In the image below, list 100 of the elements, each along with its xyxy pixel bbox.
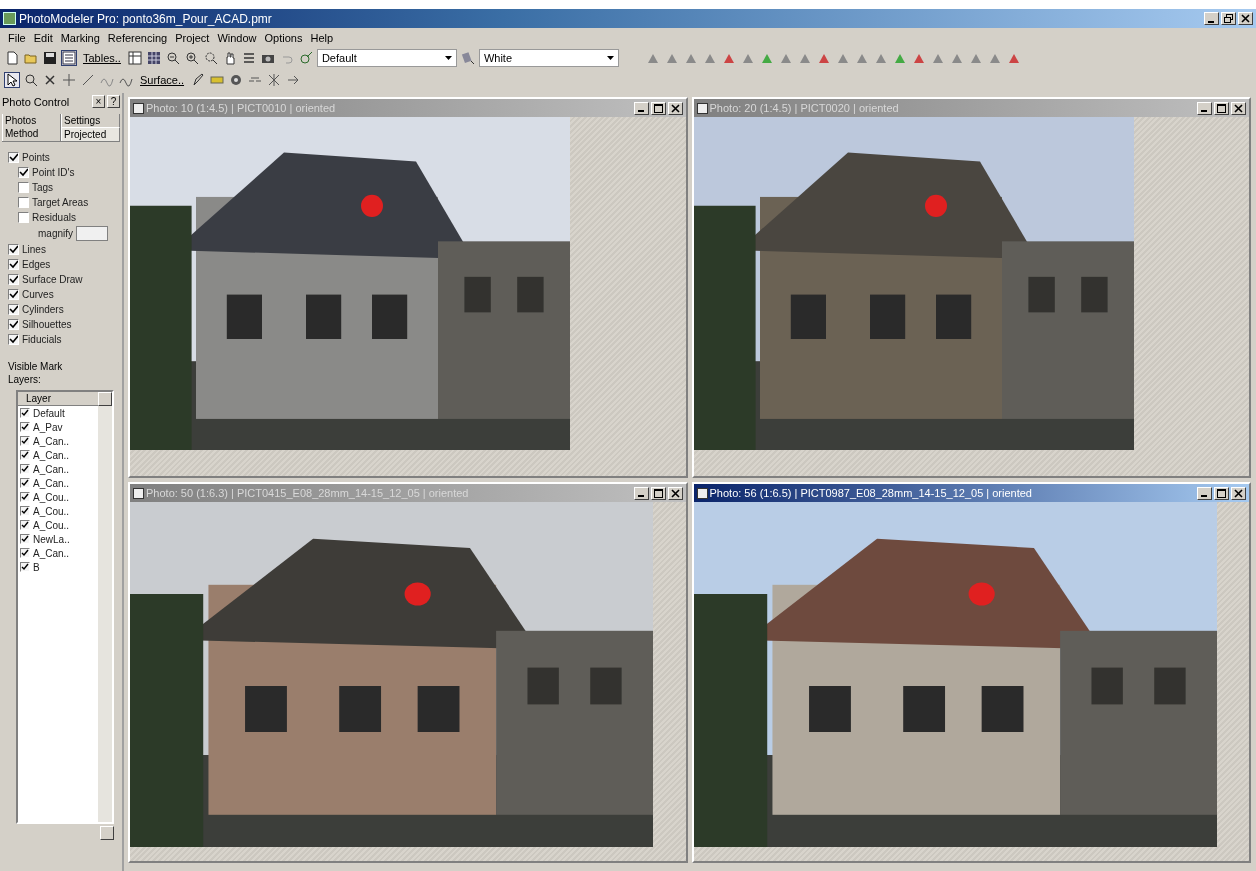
maximize-button[interactable] [1214, 486, 1229, 500]
layer-name: B [33, 561, 40, 573]
scroll-down-button[interactable] [100, 826, 114, 840]
layer-name: A_Cou.. [33, 505, 70, 517]
line-icon[interactable] [80, 72, 96, 88]
checkbox[interactable] [8, 243, 19, 255]
restore-button[interactable] [1221, 12, 1236, 25]
option-label: Fiducials [22, 333, 62, 345]
checkbox[interactable] [18, 181, 29, 193]
checkbox[interactable] [20, 506, 30, 516]
maximize-button[interactable] [650, 101, 666, 115]
magnifier-icon[interactable] [23, 72, 39, 88]
checkbox[interactable] [20, 478, 30, 488]
color-dropdown[interactable]: White [478, 49, 619, 67]
checkbox[interactable] [18, 196, 29, 208]
close-button[interactable]: × [92, 95, 105, 108]
maximize-button[interactable] [1214, 101, 1229, 115]
panel-title: Photo Control [2, 95, 71, 108]
grid-icon[interactable] [145, 50, 162, 66]
menu-item[interactable]: Window [217, 32, 257, 44]
layer-name: A_Can.. [33, 463, 70, 475]
checkbox[interactable] [20, 534, 30, 544]
photo-icon [133, 102, 144, 114]
minimize-button[interactable] [633, 486, 649, 500]
layer-name: A_Can.. [33, 435, 70, 447]
minimize-icon [637, 110, 644, 112]
menu-item[interactable]: File [8, 32, 26, 44]
checkbox[interactable] [20, 464, 30, 474]
option-label: Curves [22, 288, 54, 300]
checkbox[interactable] [20, 548, 30, 558]
layer-name: A_Cou.. [33, 519, 70, 531]
magnify-field[interactable] [76, 225, 108, 241]
zoom-out-icon[interactable] [164, 50, 181, 66]
checkbox[interactable] [8, 333, 19, 345]
pointer-icon[interactable] [4, 72, 20, 88]
minimize-button[interactable] [1197, 101, 1212, 115]
layer-name: A_Cou.. [33, 491, 70, 503]
menu-item[interactable]: Referencing [107, 32, 168, 44]
menu-item[interactable]: Edit [33, 32, 53, 44]
checkbox[interactable] [8, 288, 19, 300]
layers-label: Visible Mark Layers: [7, 360, 64, 387]
checkbox[interactable] [20, 436, 30, 446]
close-button[interactable] [1231, 101, 1246, 115]
photo-icon [696, 102, 708, 114]
checkbox[interactable] [20, 520, 30, 530]
checkbox[interactable] [20, 492, 30, 502]
maximize-button[interactable] [650, 486, 666, 500]
save-icon[interactable] [42, 50, 58, 66]
option-label: Surface Draw [22, 273, 83, 285]
menu-item[interactable]: Marking [60, 32, 100, 44]
menu-item[interactable]: Project [175, 32, 210, 44]
option-label: Points [22, 151, 50, 163]
close-button[interactable] [667, 101, 683, 115]
tab[interactable]: Photos [2, 114, 61, 127]
checkbox[interactable] [20, 562, 30, 572]
scroll-bar[interactable] [98, 392, 112, 822]
layer-name: A_Can.. [33, 449, 70, 461]
checkbox[interactable] [20, 408, 30, 418]
checkbox[interactable] [8, 318, 19, 330]
minimize-button[interactable] [1204, 12, 1219, 25]
minimize-button[interactable] [1197, 486, 1212, 500]
tab[interactable]: Projected [61, 127, 120, 141]
minimize-icon [1208, 20, 1214, 23]
checkbox[interactable] [18, 211, 29, 223]
tables-button[interactable]: Tables.. [80, 52, 124, 64]
checkbox[interactable] [20, 450, 30, 460]
photo-window-titlebar[interactable]: Photo: 56 (1:6.5) | PICT0987_E08_28mm_14-15_12_05 | oriented [693, 484, 1249, 502]
checkbox[interactable] [8, 151, 19, 163]
app-icon [3, 12, 16, 25]
minimize-button[interactable] [633, 101, 649, 115]
checkbox[interactable] [8, 258, 19, 270]
option-label: Silhouettes [22, 318, 72, 330]
photo-title: Photo: 10 (1:4.5) | PICT0010 | oriented [146, 102, 337, 114]
window-title: PhotoModeler Pro: ponto36m_Pour_ACAD.pmr [19, 11, 273, 26]
help-button[interactable]: ? [107, 95, 120, 108]
style-dropdown[interactable]: Default [316, 49, 457, 67]
minimize-icon [1201, 495, 1207, 497]
close-button[interactable] [1231, 486, 1246, 500]
photo-icon [696, 487, 708, 499]
checkbox[interactable] [8, 303, 19, 315]
close-button[interactable] [667, 486, 683, 500]
close-button[interactable] [1238, 12, 1253, 25]
table-icon[interactable] [126, 50, 143, 66]
photo-table-icon[interactable] [61, 50, 77, 66]
option-label: Cylinders [22, 303, 64, 315]
menu-item[interactable]: Options [264, 32, 303, 44]
checkbox[interactable] [18, 166, 29, 178]
menu-item[interactable]: Help [310, 32, 334, 44]
style-icon[interactable] [297, 50, 314, 66]
minimize-icon [1201, 110, 1207, 112]
column-header[interactable]: Layer [18, 392, 98, 406]
new-file-icon[interactable] [4, 50, 20, 66]
surface-button[interactable]: Surface.. [137, 74, 188, 86]
checkbox[interactable] [20, 422, 30, 432]
checkbox[interactable] [8, 273, 19, 285]
option-label: Residuals [32, 211, 76, 223]
zoom-fit-icon[interactable] [202, 50, 219, 66]
zoom-in-icon[interactable] [183, 50, 200, 66]
option-label: Target Areas [32, 196, 89, 208]
photo-icon [133, 487, 144, 499]
